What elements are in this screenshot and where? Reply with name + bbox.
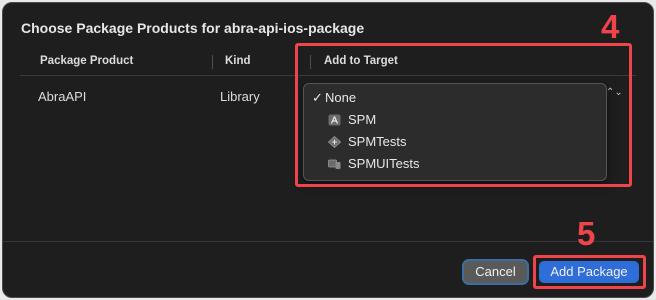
column-header-package-product[interactable]: Package Product — [40, 55, 133, 67]
annotation-highlight-box-5 — [533, 255, 646, 289]
column-header-kind[interactable]: Kind — [225, 55, 251, 67]
divider — [3, 241, 653, 242]
cancel-button[interactable]: Cancel — [464, 261, 527, 283]
annotation-step-number: 5 — [577, 215, 596, 252]
annotation-step-number: 4 — [601, 8, 620, 45]
product-kind: Library — [220, 89, 260, 104]
choose-package-products-dialog: Choose Package Products for abra-api-ios… — [2, 2, 654, 298]
annotation-highlight-box-4 — [295, 43, 632, 187]
column-divider[interactable] — [212, 55, 213, 69]
package-product-name: AbraAPI — [38, 89, 87, 104]
dialog-title: Choose Package Products for abra-api-ios… — [21, 20, 365, 36]
